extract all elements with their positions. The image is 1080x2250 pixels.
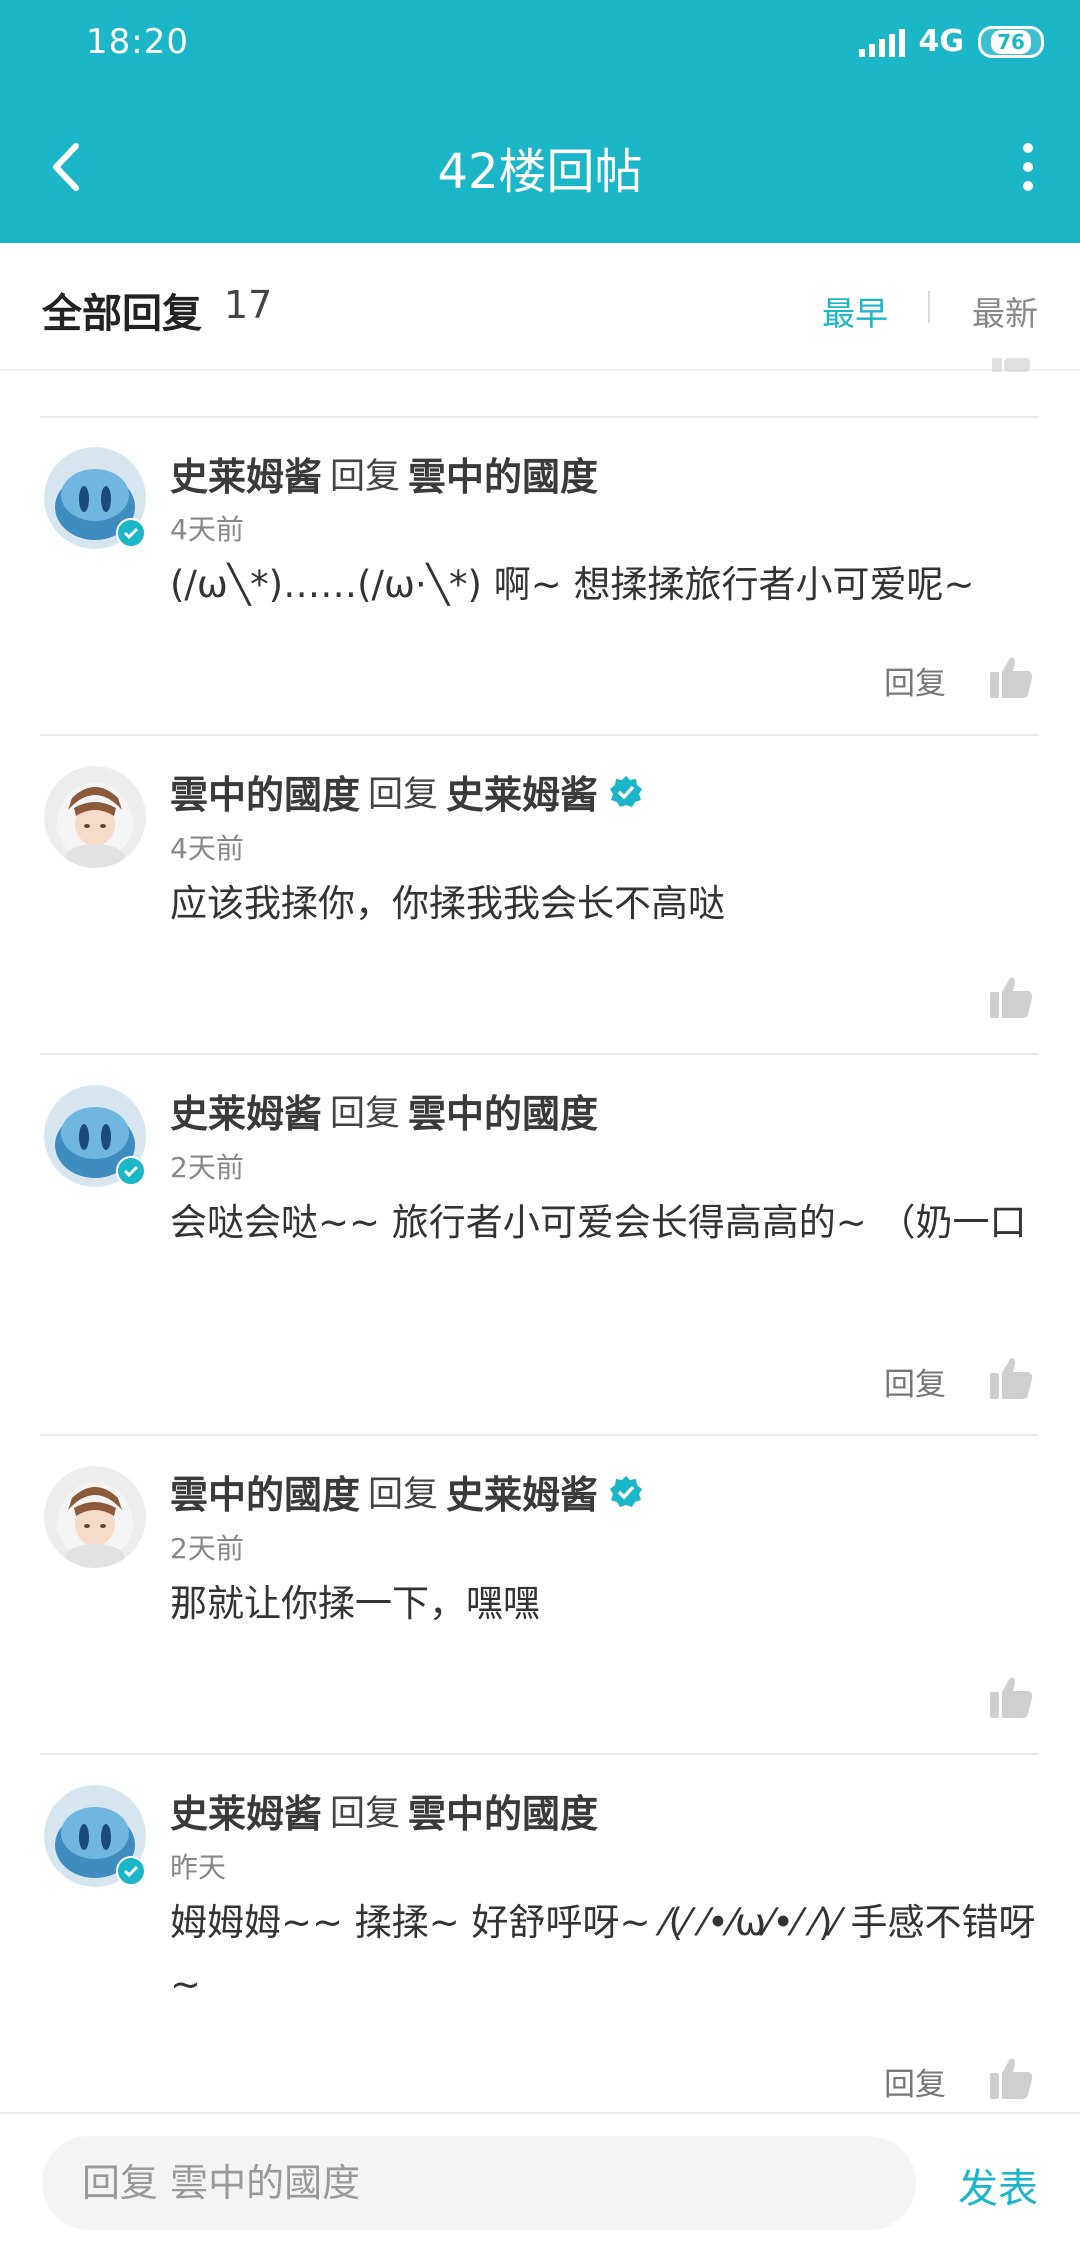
status-bar: 18:20 4G 76 [0, 0, 1080, 90]
comment-time: 昨天 [170, 1851, 227, 1884]
thumb-up-icon[interactable] [988, 1355, 1034, 1401]
status-icons: 4G 76 [858, 24, 1044, 59]
reply-target[interactable]: 史莱姆酱 [446, 764, 598, 819]
thumb-up-icon[interactable] [988, 1674, 1034, 1720]
username[interactable]: 雲中的國度 [170, 764, 360, 819]
nav-bar: 42楼回帖 [0, 90, 1080, 243]
username[interactable]: 雲中的國度 [170, 1464, 360, 1519]
sort-divider [928, 291, 930, 323]
comment-text: 那就让你揉一下，嘿嘿 [170, 1582, 540, 1625]
divider [40, 1753, 1038, 1755]
all-replies-title: 全部回复 [42, 291, 202, 337]
divider [40, 734, 1038, 736]
reply-input[interactable] [42, 2136, 916, 2230]
reply-target[interactable]: 雲中的國度 [408, 1083, 598, 1138]
avatar[interactable] [44, 1466, 146, 1568]
page-title: 42楼回帖 [437, 144, 643, 200]
status-time: 18:20 [86, 22, 189, 62]
comment-text: 姆姆姆~~ 揉揉~ 好舒呼呀~ ⁄(⁄ ⁄•⁄ω⁄•⁄ ⁄)⁄ 手感不错呀~ [170, 1901, 1036, 2006]
reply-bar: 发表 [0, 2112, 1080, 2250]
thumb-up-icon[interactable] [988, 2055, 1034, 2101]
comment-text: 应该我揉你，你揉我我会长不高哒 [170, 882, 725, 925]
battery-level: 76 [991, 29, 1031, 54]
sort-latest-tab[interactable]: 最新 [972, 287, 1038, 335]
verified-icon [610, 1475, 643, 1507]
thumb-up-icon[interactable] [988, 974, 1034, 1020]
comment-time: 2天前 [170, 1151, 244, 1184]
divider [40, 1053, 1038, 1055]
comment-time: 4天前 [170, 832, 244, 865]
divider [40, 1434, 1038, 1436]
send-button[interactable]: 发表 [958, 2156, 1038, 2214]
reply-word: 回复 [330, 457, 401, 497]
verified-icon [610, 775, 643, 807]
reply-button[interactable]: 回复 [884, 2059, 946, 2104]
verified-icon [116, 1156, 146, 1186]
comment-header: 史莱姆酱 回复 雲中的國度 [170, 1783, 598, 1838]
reply-button[interactable]: 回复 [884, 658, 946, 703]
username[interactable]: 史莱姆酱 [170, 1783, 322, 1838]
avatar[interactable] [44, 766, 146, 868]
reply-word: 回复 [368, 775, 439, 815]
reply-word: 回复 [330, 1794, 401, 1834]
more-icon[interactable] [1016, 138, 1040, 196]
network-type: 4G [918, 24, 965, 59]
reply-target[interactable]: 雲中的國度 [408, 446, 598, 501]
verified-icon [116, 518, 146, 548]
comment-header: 雲中的國度 回复 史莱姆酱 [170, 1464, 644, 1519]
comment-header: 史莱姆酱 回复 雲中的國度 [170, 446, 598, 501]
reply-word: 回复 [368, 1475, 439, 1515]
reply-button[interactable]: 回复 [884, 1359, 946, 1404]
reply-count: 17 [224, 283, 273, 327]
thumb-up-icon [992, 358, 1030, 372]
comment-text: 会哒会哒~~ 旅行者小可爱会长得高高的~ （奶一口 [170, 1201, 1027, 1244]
comment-time: 2天前 [170, 1532, 244, 1565]
reply-sort-header: 全部回复 17 最早 最新 [0, 243, 1080, 371]
sort-earliest-tab[interactable]: 最早 [822, 287, 888, 335]
reply-target[interactable]: 雲中的國度 [408, 1783, 598, 1838]
signal-icon [858, 27, 905, 57]
username[interactable]: 史莱姆酱 [170, 446, 322, 501]
verified-icon [116, 1856, 146, 1886]
comment-header: 史莱姆酱 回复 雲中的國度 [170, 1083, 598, 1138]
username[interactable]: 史莱姆酱 [170, 1083, 322, 1138]
comment-time: 4天前 [170, 513, 244, 546]
reply-word: 回复 [330, 1094, 401, 1134]
divider [40, 416, 1038, 418]
reply-target[interactable]: 史莱姆酱 [446, 1464, 598, 1519]
thumb-up-icon[interactable] [988, 654, 1034, 700]
comment-text: (/ω╲*)……(/ω·╲*) 啊~ 想揉揉旅行者小可爱呢~ [170, 563, 975, 606]
comment-header: 雲中的國度 回复 史莱姆酱 [170, 764, 644, 819]
battery-icon: 76 [978, 25, 1044, 58]
